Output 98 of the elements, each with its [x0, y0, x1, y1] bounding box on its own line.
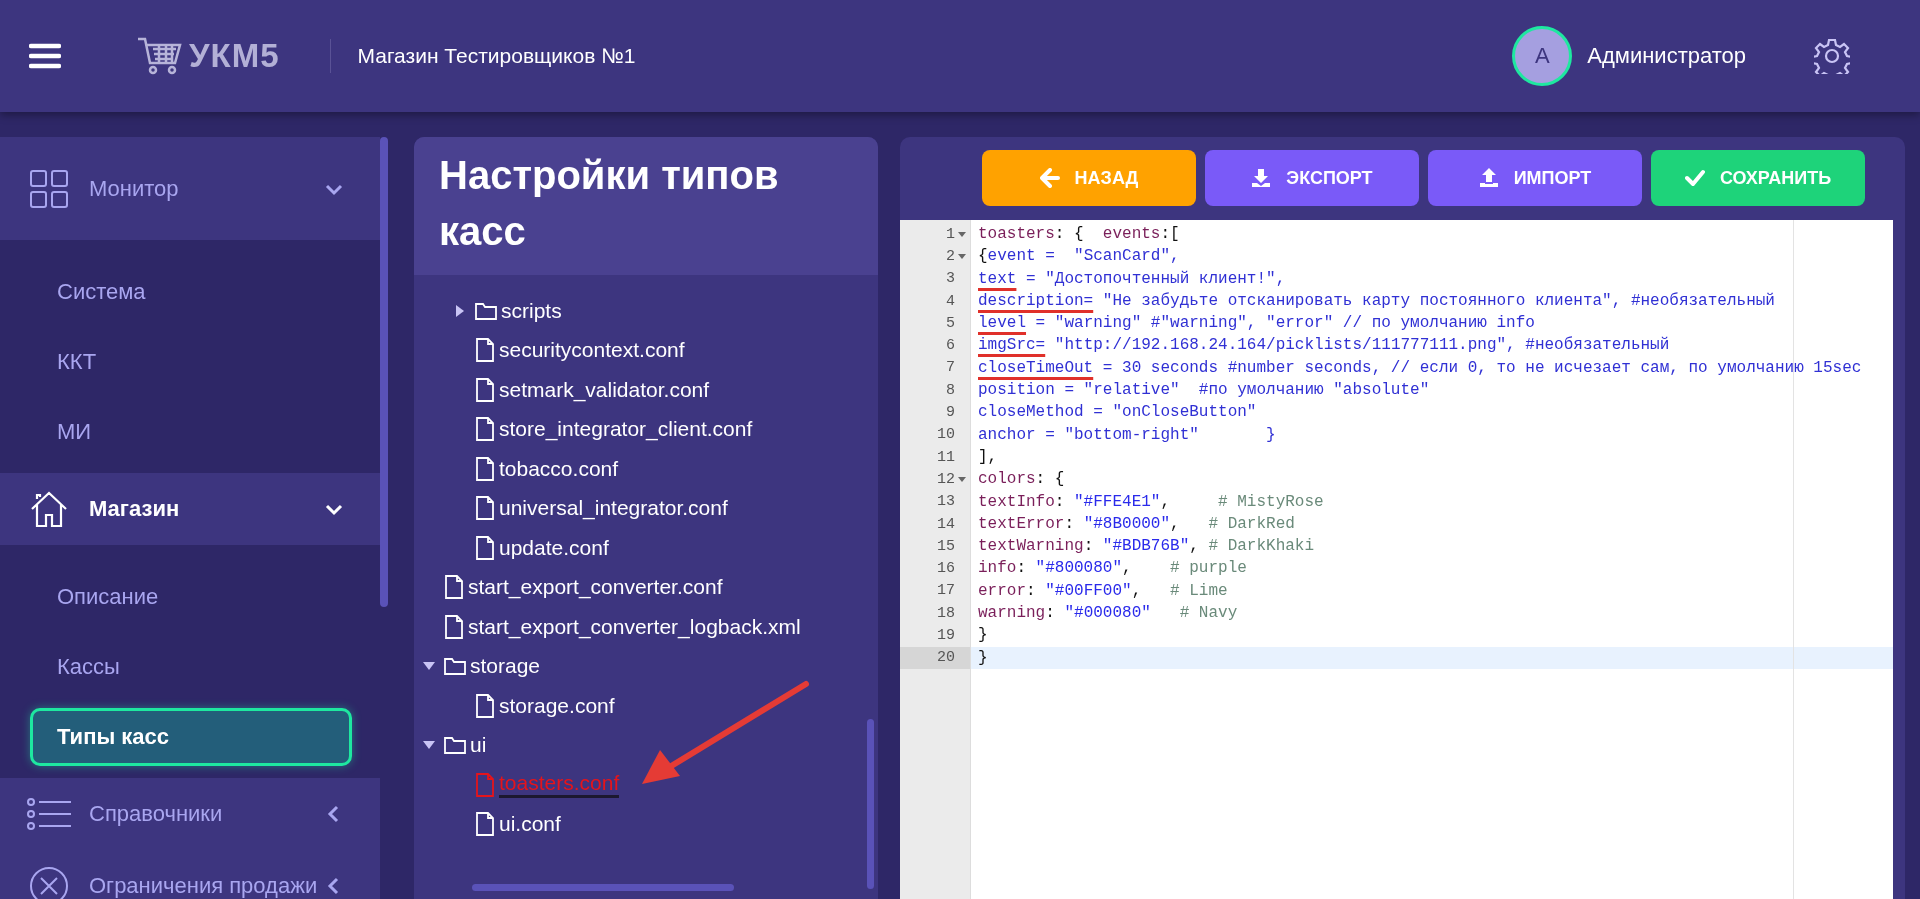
- file-icon: [475, 496, 495, 521]
- file-icon: [475, 338, 495, 363]
- folder-item[interactable]: scripts: [501, 298, 562, 323]
- file-item[interactable]: setmark_validator.conf: [499, 377, 710, 402]
- line-number: 6: [946, 337, 955, 355]
- file-item[interactable]: securitycontext.conf: [499, 338, 685, 363]
- code-line: description= "Не забудьте отсканировать карту постоянного клиента", #необязательный: [977, 290, 1776, 312]
- line-number: 11: [937, 448, 955, 466]
- folder-item[interactable]: storage: [470, 654, 541, 679]
- line-number: 5: [946, 314, 955, 332]
- line-number: 17: [937, 582, 955, 600]
- code-line: error: "#00FF00", # Lime: [977, 580, 1229, 602]
- file-icon: [444, 575, 464, 600]
- line-number: 13: [937, 493, 955, 511]
- file-item[interactable]: start_export_converter_logback.xml: [468, 614, 801, 639]
- line-number: 10: [937, 426, 955, 444]
- file-icon: [444, 614, 464, 639]
- file-item[interactable]: update.conf: [499, 535, 609, 560]
- sidebar-item[interactable]: Система: [0, 257, 380, 327]
- line-number: 8: [946, 381, 955, 399]
- store-name: Магазин Тестировщиков №1: [357, 44, 636, 68]
- fold-caret-icon[interactable]: [958, 252, 966, 261]
- scrollbar-thumb[interactable]: [867, 719, 874, 889]
- file-item[interactable]: tobacco.conf: [499, 456, 619, 481]
- upload-icon: [1478, 168, 1499, 188]
- file-item[interactable]: universal_integrator.conf: [499, 496, 728, 521]
- file-icon: [475, 417, 495, 442]
- sidebar-item[interactable]: МИ: [0, 397, 380, 467]
- code-line: warning: "#000080" # Navy: [977, 603, 1239, 625]
- import-button[interactable]: ИМПОРТ: [1428, 150, 1642, 206]
- cart-icon: [137, 36, 183, 76]
- code-line: toasters: { events:[: [977, 224, 1181, 245]
- checkmark-icon: [1684, 168, 1705, 188]
- file-icon: [475, 772, 495, 797]
- file-item[interactable]: start_export_converter.conf: [468, 575, 723, 600]
- download-icon: [1251, 168, 1272, 188]
- export-button[interactable]: ЭКСПОРТ: [1205, 150, 1419, 206]
- code-line: text = "Достопочтенный клиент!",: [977, 268, 1287, 290]
- line-number: 1: [946, 225, 955, 243]
- code-line: {event = "ScanCard",: [977, 246, 1181, 268]
- file-icon: [475, 812, 495, 837]
- code-line: closeMethod = "onCloseButton": [977, 402, 1258, 424]
- menu-icon[interactable]: [29, 43, 61, 69]
- scrollbar-thumb[interactable]: [380, 137, 388, 607]
- panel-title: Настройки типов касс: [414, 137, 878, 275]
- file-item[interactable]: store_integrator_client.conf: [499, 417, 753, 442]
- line-number: 2: [946, 247, 955, 265]
- grid-icon: [27, 168, 71, 209]
- caret-right-icon[interactable]: [454, 304, 466, 317]
- code-line: }: [977, 625, 989, 647]
- logo-text: УКМ5: [189, 37, 280, 75]
- folder-icon: [444, 735, 466, 756]
- file-item[interactable]: storage.conf: [499, 693, 615, 718]
- code-line: position = "relative" #по умолчанию "absolute": [977, 380, 1431, 402]
- code-line: textWarning: "#BDB76B", # DarkKhaki: [977, 536, 1316, 558]
- file-icon: [475, 535, 495, 560]
- folder-icon: [475, 300, 497, 321]
- code-line: textError: "#8B0000", # DarkRed: [977, 513, 1296, 535]
- line-number: 4: [946, 292, 955, 310]
- sidebar-item[interactable]: Описание: [0, 562, 380, 632]
- line-number: 15: [937, 537, 955, 555]
- scrollbar-thumb[interactable]: [472, 884, 734, 891]
- code-line: colors: {: [977, 469, 1066, 491]
- file-icon: [475, 693, 495, 718]
- line-number: 7: [946, 359, 955, 377]
- sidebar-section[interactable]: Ограничения продажи: [0, 850, 380, 899]
- sidebar-item[interactable]: ККТ: [0, 327, 380, 397]
- sidebar-item[interactable]: Кассы: [0, 632, 380, 702]
- line-number: 20: [937, 649, 955, 667]
- sidebar-item[interactable]: Типы касс: [30, 708, 352, 766]
- user-avatar[interactable]: А: [1512, 26, 1573, 86]
- arrow-left-icon: [1039, 168, 1060, 188]
- fold-caret-icon[interactable]: [958, 230, 966, 239]
- code-line: textInfo: "#FFE4E1", # MistyRose: [977, 491, 1325, 513]
- sidebar-section[interactable]: Справочники: [0, 778, 380, 850]
- code-line: anchor = "bottom-right" }: [977, 424, 1277, 446]
- line-number: 12: [937, 470, 955, 488]
- line-number: 14: [937, 515, 955, 533]
- code-line: imgSrc= "http://192.168.24.164/picklists/111777111.png", #необязательный: [977, 335, 1671, 357]
- file-icon: [475, 377, 495, 402]
- user-name[interactable]: Администратор: [1587, 43, 1746, 69]
- sidebar-section[interactable]: Магазин: [0, 473, 380, 545]
- line-number: 9: [946, 404, 955, 421]
- file-icon: [475, 456, 495, 481]
- folder-item[interactable]: ui: [470, 733, 487, 758]
- code-line: closeTimeOut = 30 seconds #number seconds, // если 0, то не исчезает сам, по умолчанию 15sec: [977, 357, 1863, 379]
- code-line: ],: [977, 446, 999, 468]
- line-number: 19: [937, 627, 955, 644]
- line-number: 18: [937, 604, 955, 622]
- file-item[interactable]: ui.conf: [499, 812, 561, 837]
- folder-icon: [444, 656, 466, 677]
- settings-icon[interactable]: [1814, 38, 1850, 74]
- fold-caret-icon[interactable]: [958, 475, 966, 484]
- code-line: info: "#800080", # purple: [977, 558, 1248, 580]
- code-line: level = "warning" #"warning", "error" // по умолчанию info: [977, 313, 1536, 335]
- line-number: 16: [937, 560, 955, 578]
- sidebar-section[interactable]: Монитор: [0, 137, 380, 240]
- line-number: 3: [946, 270, 955, 288]
